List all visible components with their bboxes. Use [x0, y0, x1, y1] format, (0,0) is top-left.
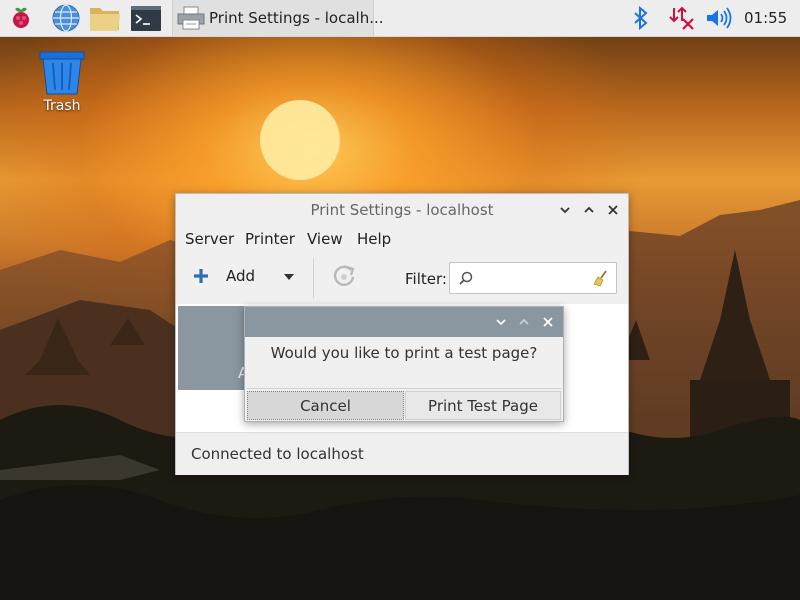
- dialog-close-icon[interactable]: [541, 315, 555, 329]
- filter-label: Filter:: [405, 270, 447, 288]
- menu-printer[interactable]: Printer: [245, 230, 295, 248]
- add-button-label: Add: [226, 267, 256, 285]
- raspberry-menu-icon[interactable]: [6, 3, 36, 33]
- refresh-icon: [333, 265, 355, 286]
- add-printer-button[interactable]: Add: [184, 260, 302, 292]
- dialog-minimize-icon[interactable]: [494, 315, 508, 329]
- toolbar-separator: [313, 258, 314, 298]
- printer-icon: [176, 5, 206, 31]
- filter-input[interactable]: [449, 262, 617, 294]
- status-text: Connected to localhost: [191, 445, 364, 463]
- taskbar-print-settings-task[interactable]: Print Settings - localh...: [172, 0, 384, 36]
- dialog-titlebar[interactable]: [245, 307, 563, 337]
- trash-label: Trash: [43, 98, 81, 114]
- clock[interactable]: 01:55: [744, 9, 787, 27]
- dialog-button-row: Cancel Print Test Page: [247, 388, 561, 421]
- cancel-button[interactable]: Cancel: [247, 391, 404, 420]
- chevron-down-icon[interactable]: [282, 271, 296, 281]
- volume-icon[interactable]: [705, 6, 733, 30]
- web-browser-icon[interactable]: [51, 3, 81, 33]
- plus-icon: [193, 268, 209, 284]
- trash-desktop-icon[interactable]: Trash: [34, 50, 90, 114]
- menu-bar: Server Printer View Help: [176, 226, 628, 252]
- search-icon: [458, 270, 474, 286]
- maximize-icon[interactable]: [581, 202, 597, 218]
- toolbar: Add Filter:: [176, 252, 628, 304]
- test-page-dialog: Would you like to print a test page? Can…: [244, 306, 564, 422]
- menu-view[interactable]: View: [307, 230, 343, 248]
- top-panel: Print Settings - localh... 01:55: [0, 0, 800, 37]
- file-manager-icon[interactable]: [89, 3, 120, 33]
- clear-broom-icon[interactable]: [592, 269, 610, 287]
- network-disconnected-icon[interactable]: [668, 5, 696, 31]
- taskbar-task-label: Print Settings - localh...: [209, 9, 384, 27]
- print-test-page-button[interactable]: Print Test Page: [405, 391, 561, 420]
- status-bar: Connected to localhost: [176, 432, 628, 475]
- terminal-icon[interactable]: [130, 3, 161, 33]
- close-icon[interactable]: [605, 202, 621, 218]
- bluetooth-icon[interactable]: [632, 5, 650, 31]
- window-titlebar[interactable]: Print Settings - localhost: [176, 194, 628, 226]
- dialog-message: Would you like to print a test page?: [270, 344, 538, 362]
- dialog-maximize-icon[interactable]: [517, 315, 531, 329]
- menu-help[interactable]: Help: [357, 230, 391, 248]
- menu-server[interactable]: Server: [185, 230, 234, 248]
- trash-icon: [39, 51, 85, 95]
- refresh-button[interactable]: [328, 260, 360, 292]
- minimize-icon[interactable]: [557, 202, 573, 218]
